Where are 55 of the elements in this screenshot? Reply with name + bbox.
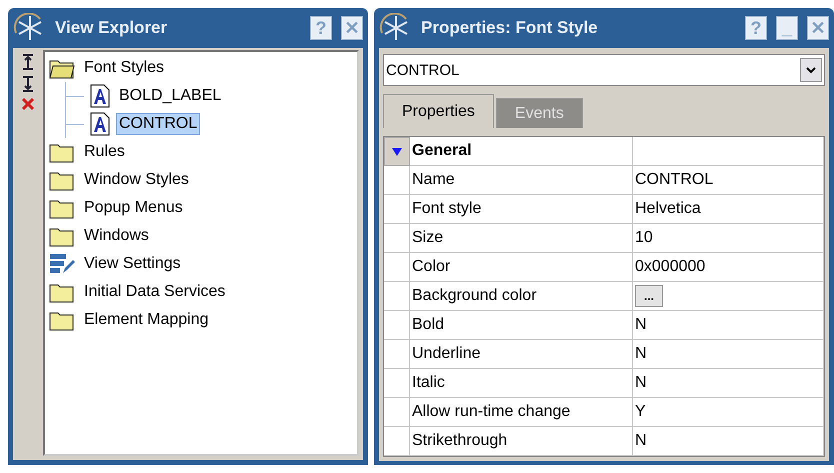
style-dropdown[interactable]: CONTROL — [383, 54, 825, 86]
property-value: N — [633, 427, 824, 456]
property-value: Helvetica — [633, 195, 824, 224]
triangle-down-icon — [392, 148, 402, 156]
window-title: View Explorer — [55, 18, 168, 38]
row-header-cell — [384, 311, 410, 340]
settings-list-icon — [49, 253, 75, 275]
chevron-down-icon — [806, 66, 816, 74]
row-header-cell — [384, 253, 410, 282]
tree-item[interactable]: Windows — [81, 225, 152, 247]
property-value: N — [633, 340, 824, 369]
tree-item[interactable]: View Settings — [81, 253, 184, 275]
group-header: General — [410, 137, 633, 166]
row-header-cell — [384, 427, 410, 456]
move-top-icon[interactable] — [22, 54, 34, 70]
property-name: Size — [410, 224, 633, 253]
tab[interactable]: Properties — [383, 94, 494, 128]
row-header-cell — [384, 224, 410, 253]
tree-item[interactable]: BOLD_LABEL — [116, 85, 224, 107]
font-document-icon — [90, 112, 110, 136]
property-value: Y — [633, 398, 824, 427]
property-name: Name — [410, 166, 633, 195]
property-name: Background color — [410, 282, 633, 311]
window-title: Properties: Font Style — [421, 18, 599, 38]
property-value: 0x000000 — [633, 253, 824, 282]
property-name: Italic — [410, 369, 633, 398]
tree-item[interactable]: Window Styles — [81, 169, 192, 191]
dropdown-button[interactable] — [800, 58, 822, 82]
property-name: Color — [410, 253, 633, 282]
property-value: CONTROL — [633, 166, 824, 195]
delete-icon[interactable] — [22, 98, 34, 110]
row-header-cell — [384, 340, 410, 369]
row-header-cell — [384, 166, 410, 195]
tree-item[interactable]: Initial Data Services — [81, 281, 228, 303]
property-name: Bold — [410, 311, 633, 340]
collapse-button[interactable] — [384, 137, 410, 166]
tree-item[interactable]: Popup Menus — [81, 197, 186, 219]
row-header-cell — [384, 369, 410, 398]
move-bottom-icon[interactable] — [22, 76, 34, 92]
ellipsis-button[interactable]: ... — [635, 285, 663, 307]
property-value: N — [633, 311, 824, 340]
row-header-cell — [384, 398, 410, 427]
row-header-cell — [384, 195, 410, 224]
property-name: Allow run-time change — [410, 398, 633, 427]
tree-item[interactable]: Element Mapping — [81, 309, 212, 331]
tree-item[interactable]: Rules — [81, 141, 128, 163]
property-name: Underline — [410, 340, 633, 369]
property-name: Strikethrough — [410, 427, 633, 456]
tree-item[interactable]: CONTROL — [116, 113, 200, 135]
property-name: Font style — [410, 195, 633, 224]
row-header-cell — [384, 282, 410, 311]
property-value: 10 — [633, 224, 824, 253]
property-value: N — [633, 369, 824, 398]
font-document-icon — [90, 84, 110, 108]
tree-item[interactable]: Font Styles — [81, 57, 168, 79]
